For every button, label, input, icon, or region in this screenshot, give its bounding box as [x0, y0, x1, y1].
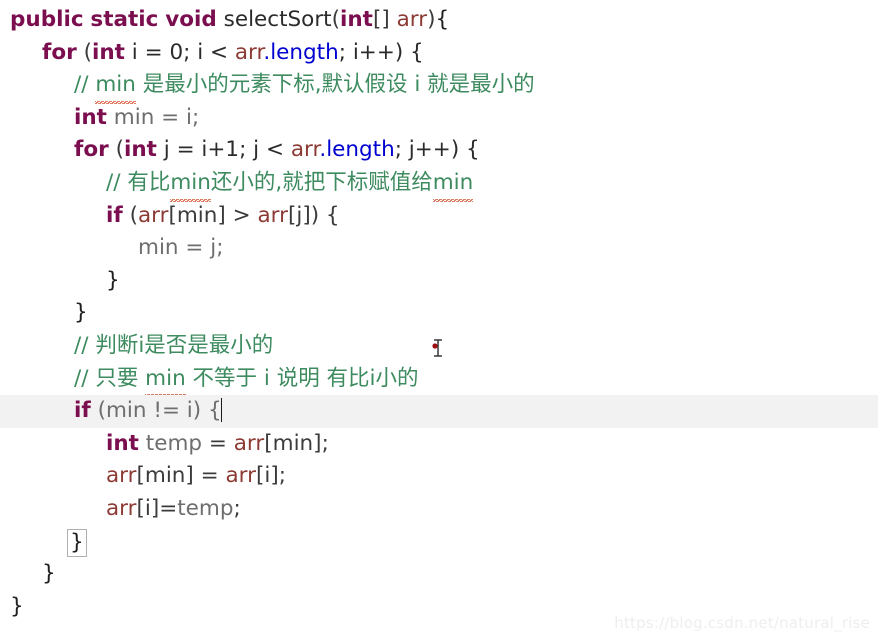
operator-gt: > [225, 202, 258, 228]
code-line-7[interactable]: if (arr[min] > arr[j]) { [0, 200, 878, 233]
code-line-13-current[interactable]: if (min != i) { [0, 395, 878, 428]
semicolon-2: ; [278, 463, 286, 489]
code-line-5[interactable]: for (int j = i+1; j < arr.length; j++) { [0, 134, 878, 167]
array-ref-1: arr [234, 39, 264, 65]
array-index-4: [min] [136, 463, 194, 489]
brace-close-3-matched: } [67, 528, 87, 557]
comment-word-min-1: min [95, 69, 136, 104]
keyword-int-1: int [339, 7, 373, 32]
comment-slashes-2: // [106, 169, 128, 195]
comment-word-min-4: min [145, 362, 186, 398]
assign-op-1: = [202, 430, 234, 456]
text-caret [220, 398, 222, 423]
array-index-2: [j] [287, 202, 311, 228]
if-open-1: ( [122, 202, 138, 228]
space-6 [125, 40, 132, 65]
array-index-5: [i] [255, 463, 279, 489]
keyword-for-1: for [42, 39, 77, 65]
comment-word-min-2: min [170, 166, 211, 202]
brace-close-5: } [10, 593, 24, 619]
loop-init-2: j = i+1; j < [156, 137, 291, 163]
comment-text-2a: 有比 [127, 169, 171, 195]
keyword-for-2: for [74, 137, 109, 163]
keyword-public: public [10, 7, 84, 32]
loop-rest-1: ; i++) { [338, 39, 424, 65]
code-line-10[interactable]: } [0, 297, 878, 330]
field-length-1: .length [263, 39, 339, 65]
space-4 [390, 7, 397, 32]
code-line-18[interactable]: } [0, 558, 878, 591]
keyword-int-4: int [123, 137, 157, 163]
assign-op-2: = [193, 463, 226, 489]
array-ref-7: arr [225, 463, 256, 489]
code-line-12-comment[interactable]: // 只要 min 不等于 i 说明 有比i小的 [0, 362, 878, 398]
code-line-14[interactable]: int temp = arr[min]; [0, 428, 878, 461]
array-brackets-1: [] [372, 7, 390, 32]
semicolon-1: ; [321, 430, 329, 456]
paren-open-1: ( [331, 7, 340, 32]
array-ref-6: arr [106, 463, 137, 489]
keyword-void: void [165, 7, 217, 32]
code-line-3-comment[interactable]: // min 是最小的元素下标,默认假设 i 就是最小的 [0, 69, 878, 104]
if-condition-min-ne-i: (min != i) { [90, 398, 222, 424]
keyword-if-1: if [106, 202, 123, 228]
brace-close-4: } [42, 561, 56, 587]
keyword-int-3: int [74, 104, 107, 130]
array-ref-4: arr [257, 202, 288, 228]
code-line-1[interactable]: public static void selectSort(int[] arr)… [0, 4, 878, 37]
comment-text-4a: 只要 [95, 365, 146, 391]
code-lines-container[interactable]: public static void selectSort(int[] arr)… [0, 4, 878, 623]
comment-text-4b: 不等于 i 说明 有比i小的 [185, 365, 419, 391]
space-7 [109, 137, 116, 162]
assign-min-j: min = j; [138, 235, 224, 261]
declare-min: min = i; [106, 104, 200, 130]
code-line-11-comment[interactable]: // 判断i是否是最小的 [0, 330, 878, 363]
brace-open-1: { [435, 7, 450, 32]
paren-open-2: ( [83, 39, 92, 65]
space-3 [217, 7, 224, 32]
loop-init-1: i = 0; i < [131, 39, 235, 65]
code-editor-canvas[interactable]: public static void selectSort(int[] arr)… [0, 0, 878, 640]
method-name-selectsort: selectSort [223, 7, 332, 32]
assign-op-3: = [159, 495, 178, 521]
space-5 [77, 40, 84, 65]
code-line-6-comment[interactable]: // 有比min还小的,就把下标赋值给min [0, 166, 878, 202]
code-line-2[interactable]: for (int i = 0; i < arr.length; i++) { [0, 37, 878, 70]
watermark-text: https://blog.csdn.net/natural_rise [614, 614, 870, 632]
array-index-6: [i] [136, 495, 160, 521]
brace-close-2: } [74, 300, 88, 326]
array-index-3: [min] [264, 430, 322, 456]
comment-word-min-3: min [432, 166, 474, 202]
comment-text-3: 判断i是否是最小的 [95, 332, 274, 358]
keyword-static: static [90, 7, 159, 32]
param-arr: arr [396, 7, 428, 32]
if-close-1: ) { [310, 202, 340, 228]
comment-slashes-1: // [74, 72, 96, 98]
comment-slashes-3: // [74, 332, 96, 358]
code-line-17[interactable]: } [0, 526, 878, 559]
keyword-if-2: if [74, 398, 91, 424]
var-temp-1: temp [138, 430, 203, 456]
loop-rest-2: ; j++) { [394, 137, 480, 163]
code-line-9[interactable]: } [0, 265, 878, 298]
array-ref-2: arr [290, 137, 320, 163]
keyword-int-5: int [106, 430, 139, 456]
semicolon-3: ; [233, 495, 241, 521]
paren-open-3: ( [115, 137, 124, 163]
field-length-2: .length [319, 137, 395, 163]
keyword-int-2: int [91, 39, 125, 65]
brace-close-1: } [106, 267, 120, 293]
code-line-15[interactable]: arr[min] = arr[i]; [0, 460, 878, 493]
array-ref-5: arr [233, 430, 265, 456]
code-line-16[interactable]: arr[i]=temp; [0, 493, 878, 526]
comment-text-1: 是最小的元素下标,默认假设 i 就是最小的 [135, 72, 535, 98]
var-temp-2: temp [177, 495, 234, 521]
comment-slashes-4: // [74, 365, 96, 391]
array-index-1: [min] [168, 202, 226, 228]
comment-text-2b: 还小的,就把下标赋值给 [210, 169, 433, 195]
array-ref-3: arr [137, 202, 169, 228]
code-line-8[interactable]: min = j; [0, 232, 878, 265]
array-ref-8: arr [106, 495, 137, 521]
code-line-4[interactable]: int min = i; [0, 102, 878, 135]
